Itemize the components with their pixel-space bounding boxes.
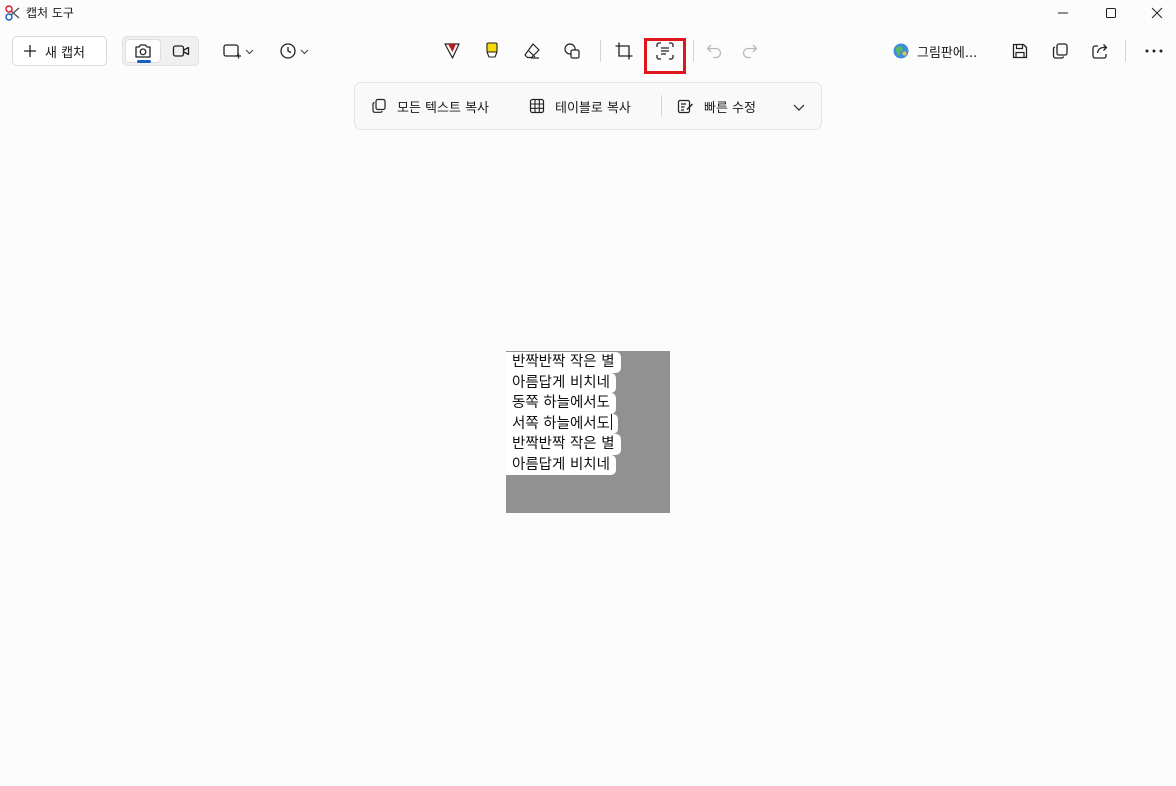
toolbar: 새 캡처 그림판에...: [0, 26, 1176, 76]
quick-redact-dropdown[interactable]: [787, 95, 811, 119]
text-line[interactable]: 반짝반짝 작은 별: [506, 434, 621, 455]
copy-icon: [1051, 42, 1069, 60]
snip-shape-dropdown[interactable]: [218, 36, 258, 66]
redo-button[interactable]: [736, 36, 764, 66]
close-icon: [1151, 7, 1163, 19]
text-line[interactable]: 아름답게 비치네: [506, 454, 616, 475]
chevron-down-icon: [300, 47, 309, 56]
undo-icon: [705, 42, 723, 60]
photo-mode-button[interactable]: [125, 39, 161, 63]
new-capture-button[interactable]: 새 캡처: [12, 36, 107, 66]
crop-icon: [614, 41, 634, 61]
title-bar: 캡처 도구: [0, 0, 1176, 26]
pen-icon: [442, 41, 462, 61]
pen-button[interactable]: [438, 36, 466, 66]
toolbar-separator: [1125, 40, 1126, 62]
shapes-button[interactable]: [558, 36, 586, 66]
table-icon: [529, 98, 545, 114]
maximize-icon: [1105, 7, 1117, 19]
copy-button[interactable]: [1046, 36, 1074, 66]
copy-as-table-label: 테이블로 복사: [555, 100, 631, 116]
paint-label: 그림판에...: [917, 45, 978, 61]
save-icon: [1011, 42, 1029, 60]
save-button[interactable]: [1006, 36, 1034, 66]
eraser-icon: [522, 41, 542, 61]
text-line: 서쪽 하늘에서도: [512, 415, 610, 432]
text-actions-bar: 모든 텍스트 복사 테이블로 복사 빠른 수정: [354, 82, 822, 130]
minimize-icon: [1057, 7, 1069, 19]
text-line[interactable]: 동쪽 하늘에서도: [506, 393, 616, 414]
eraser-button[interactable]: [518, 36, 546, 66]
highlighter-icon: [482, 41, 502, 61]
copy-as-table-button[interactable]: 테이블로 복사: [529, 83, 631, 129]
text-line-with-cursor[interactable]: 서쪽 하늘에서도: [506, 413, 618, 434]
quick-redact-button[interactable]: 빠른 수정: [677, 83, 756, 129]
timer-icon: [279, 42, 297, 60]
rectangle-snip-icon: [222, 43, 242, 59]
copy-icon: [371, 98, 387, 114]
share-button[interactable]: [1086, 36, 1114, 66]
text-line[interactable]: 반짝반짝 작은 별: [506, 352, 621, 373]
app-icon: [4, 4, 22, 22]
close-button[interactable]: [1134, 0, 1176, 26]
more-options-button[interactable]: [1138, 36, 1170, 66]
text-cursor: [611, 413, 612, 430]
chevron-down-icon: [245, 47, 254, 56]
redact-icon: [677, 98, 694, 115]
chevron-down-icon: [792, 100, 806, 114]
active-mode-indicator: [137, 60, 151, 63]
open-in-paint-button[interactable]: 그림판에...: [892, 36, 977, 66]
crop-button[interactable]: [610, 36, 638, 66]
redo-icon: [741, 42, 759, 60]
text-line[interactable]: 아름답게 비치네: [506, 372, 616, 393]
window-title: 캡처 도구: [26, 6, 74, 20]
toolbar-separator: [600, 40, 601, 62]
maximize-button[interactable]: [1088, 0, 1134, 26]
quick-redact-label: 빠른 수정: [704, 100, 756, 116]
timer-dropdown[interactable]: [274, 36, 314, 66]
paint-icon: [892, 42, 910, 60]
captured-image: 반짝반짝 작은 별 아름답게 비치네 동쪽 하늘에서도 서쪽 하늘에서도 반짝반…: [506, 351, 670, 513]
undo-button[interactable]: [700, 36, 728, 66]
toolbar-separator: [693, 40, 694, 62]
minimize-button[interactable]: [1040, 0, 1086, 26]
video-mode-button[interactable]: [165, 39, 197, 63]
shapes-icon: [562, 41, 582, 61]
capture-mode-toggle: [122, 36, 199, 66]
more-icon: [1144, 48, 1164, 54]
text-actions-separator: [661, 95, 662, 117]
highlighter-button[interactable]: [478, 36, 506, 66]
share-icon: [1091, 42, 1109, 60]
video-icon: [172, 44, 190, 58]
text-actions-highlight: [644, 38, 686, 74]
camera-icon: [134, 43, 152, 59]
copy-all-text-button[interactable]: 모든 텍스트 복사: [371, 83, 489, 129]
recognized-text[interactable]: 반짝반짝 작은 별 아름답게 비치네 동쪽 하늘에서도 서쪽 하늘에서도 반짝반…: [506, 352, 621, 475]
copy-all-text-label: 모든 텍스트 복사: [397, 100, 489, 116]
plus-icon: [23, 44, 37, 58]
new-capture-label: 새 캡처: [45, 45, 86, 61]
